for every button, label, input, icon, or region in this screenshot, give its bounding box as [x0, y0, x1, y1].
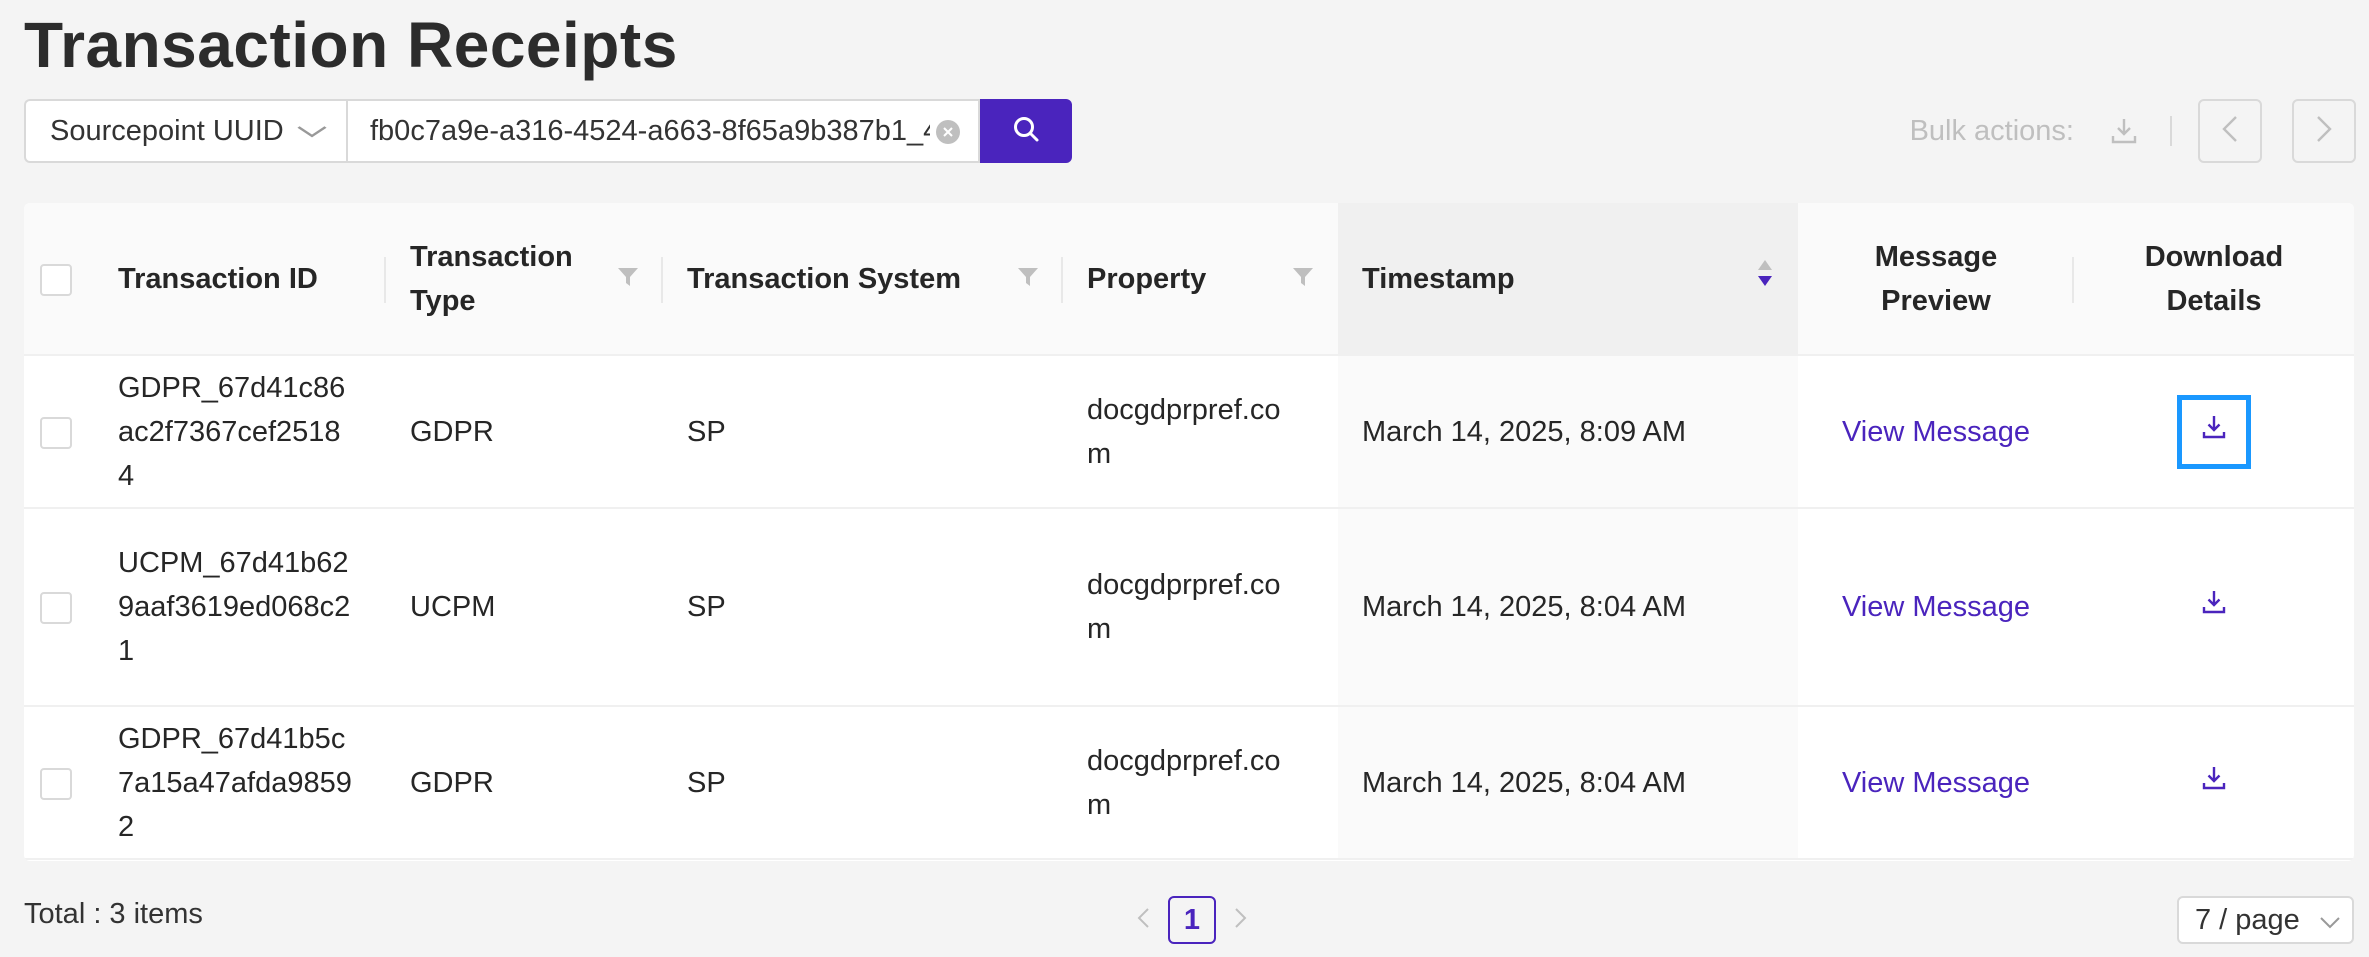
transaction-id-cell: GDPR_67d41b5c7a15a47afda98592 — [94, 706, 386, 860]
row-select-cell — [24, 508, 94, 707]
clear-icon[interactable] — [936, 120, 960, 144]
divider — [2170, 116, 2172, 146]
column-download-details: Download Details — [2074, 203, 2354, 356]
transactions-table: Transaction ID Transaction Type Transact… — [24, 203, 2354, 861]
transaction-system-cell: SP — [663, 355, 1063, 509]
search-type-select[interactable]: Sourcepoint UUID — [24, 99, 346, 163]
previous-button[interactable] — [2198, 99, 2262, 163]
column-label: Transaction System — [687, 262, 961, 295]
timestamp-cell: March 14, 2025, 8:09 AM — [1338, 355, 1798, 509]
download-button[interactable] — [2177, 570, 2251, 644]
pagination: 1 — [1128, 896, 1256, 944]
column-label: Transaction Type — [410, 240, 573, 317]
chevron-left-icon — [2222, 115, 2238, 148]
column-message-preview: Message Preview — [1798, 203, 2074, 356]
property-cell: docgdprpref.com — [1063, 508, 1338, 707]
column-timestamp[interactable]: Timestamp — [1338, 203, 1798, 356]
timestamp-cell: March 14, 2025, 8:04 AM — [1338, 706, 1798, 860]
bulk-actions-label: Bulk actions: — [1909, 114, 2074, 147]
download-cell — [2074, 355, 2354, 509]
download-cell — [2074, 508, 2354, 707]
filter-icon[interactable] — [617, 257, 639, 301]
bulk-actions: Bulk actions: — [1910, 99, 2356, 163]
property-value: docgdprpref.com — [1087, 744, 1281, 821]
message-preview-cell: View Message — [1798, 355, 2074, 509]
transaction-type-cell: GDPR — [386, 706, 663, 860]
chevron-down-icon — [2320, 904, 2340, 937]
search-bar: Sourcepoint UUID fb0c7a9e-a316-4524-a663… — [24, 99, 1072, 163]
chevron-right-icon — [2316, 115, 2332, 148]
page-number[interactable]: 1 — [1168, 896, 1216, 944]
row-checkbox[interactable] — [40, 416, 72, 449]
row-checkbox[interactable] — [40, 592, 72, 625]
property-cell: docgdprpref.com — [1063, 355, 1338, 509]
transaction-id-cell: UCPM_67d41b629aaf3619ed068c21 — [94, 508, 386, 707]
table-row: UCPM_67d41b629aaf3619ed068c21 UCPM SP do… — [24, 508, 2354, 707]
column-transaction-system: Transaction System — [663, 203, 1063, 356]
row-checkbox[interactable] — [40, 767, 72, 800]
view-message-link[interactable]: View Message — [1842, 591, 2030, 623]
column-property: Property — [1063, 203, 1338, 356]
download-icon — [2200, 761, 2228, 805]
column-label: Transaction ID — [118, 262, 318, 295]
page-size-select[interactable]: 7 / page — [2177, 896, 2354, 944]
column-label: Download Details — [2144, 240, 2284, 317]
transaction-system-cell: SP — [663, 508, 1063, 707]
column-label: Message Preview — [1874, 240, 1998, 317]
page-size-label: 7 / page — [2195, 903, 2300, 936]
chevron-down-icon — [297, 118, 327, 144]
row-select-cell — [24, 355, 94, 509]
transaction-type-cell: UCPM — [386, 508, 663, 707]
timestamp-cell: March 14, 2025, 8:04 AM — [1338, 508, 1798, 707]
transaction-id: GDPR_67d41c86ac2f7367cef25184 — [118, 371, 346, 492]
column-transaction-id: Transaction ID — [94, 203, 386, 356]
bulk-download-icon[interactable] — [2104, 111, 2144, 151]
column-transaction-type: Transaction Type — [386, 203, 663, 356]
row-select-cell — [24, 706, 94, 860]
select-all-cell — [24, 203, 94, 356]
search-type-label: Sourcepoint UUID — [50, 114, 284, 147]
search-icon — [1012, 115, 1040, 148]
transaction-id: GDPR_67d41b5c7a15a47afda98592 — [118, 722, 352, 843]
select-all-checkbox[interactable] — [40, 263, 72, 296]
transaction-type-cell: GDPR — [386, 355, 663, 509]
search-button[interactable] — [980, 99, 1072, 163]
table-row: GDPR_67d41c86ac2f7367cef25184 GDPR SP do… — [24, 355, 2354, 509]
total-items: Total : 3 items — [24, 898, 203, 930]
download-icon — [2200, 410, 2228, 454]
transaction-system-cell: SP — [663, 706, 1063, 860]
property-cell: docgdprpref.com — [1063, 706, 1338, 860]
transaction-id-cell: GDPR_67d41c86ac2f7367cef25184 — [94, 355, 386, 509]
download-button[interactable] — [2177, 746, 2251, 820]
view-message-link[interactable]: View Message — [1842, 416, 2030, 448]
filter-icon[interactable] — [1292, 257, 1314, 301]
next-button[interactable] — [2292, 99, 2356, 163]
search-field[interactable]: fb0c7a9e-a316-4524-a663-8f65a9b387b1_4 — [346, 99, 980, 163]
download-icon — [2200, 585, 2228, 629]
property-value: docgdprpref.com — [1087, 393, 1281, 470]
transaction-id: UCPM_67d41b629aaf3619ed068c21 — [118, 547, 351, 667]
pagination-prev-icon[interactable] — [1128, 904, 1158, 936]
sort-icon[interactable] — [1756, 257, 1774, 301]
message-preview-cell: View Message — [1798, 508, 2074, 707]
table-row: GDPR_67d41b5c7a15a47afda98592 GDPR SP do… — [24, 706, 2354, 860]
pagination-next-icon[interactable] — [1226, 904, 1256, 936]
page-title: Transaction Receipts — [24, 9, 678, 81]
property-value: docgdprpref.com — [1087, 569, 1281, 645]
filter-icon[interactable] — [1017, 257, 1039, 301]
search-input[interactable]: fb0c7a9e-a316-4524-a663-8f65a9b387b1_4 — [370, 115, 930, 148]
message-preview-cell: View Message — [1798, 706, 2074, 860]
download-button[interactable] — [2177, 394, 2251, 469]
view-message-link[interactable]: View Message — [1842, 767, 2030, 799]
download-cell — [2074, 706, 2354, 860]
table-header-row: Transaction ID Transaction Type Transact… — [24, 203, 2354, 356]
column-label: Timestamp — [1362, 262, 1515, 295]
column-label: Property — [1087, 262, 1207, 295]
